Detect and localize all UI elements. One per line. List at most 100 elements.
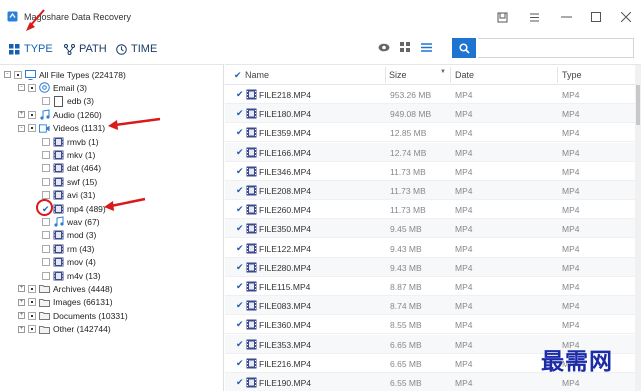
row-checkbox[interactable]: ✔ <box>236 301 244 310</box>
column-divider[interactable] <box>557 67 558 83</box>
table-row[interactable]: ✔ FILE359.MP4 12.85 MB MP4 MP4 <box>225 123 635 143</box>
scrollbar-thumb[interactable] <box>636 85 640 125</box>
tab-time[interactable]: TIME <box>116 41 157 57</box>
column-type[interactable]: Type <box>562 70 582 80</box>
checkbox[interactable] <box>42 191 50 200</box>
collapse-toggle-icon[interactable]: - <box>18 84 25 92</box>
table-row[interactable]: ✔ FILE260.MP4 11.73 MB MP4 MP4 <box>225 200 635 220</box>
tree-node[interactable]: edb (3) <box>32 95 94 108</box>
table-row[interactable]: ✔ FILE122.MP4 9.43 MB MP4 MP4 <box>225 239 635 258</box>
checkbox[interactable] <box>28 325 36 334</box>
column-size[interactable]: Size <box>389 70 407 80</box>
tab-type[interactable]: TYPE <box>9 41 53 57</box>
table-row[interactable]: ✔ FILE280.MP4 9.43 MB MP4 MP4 <box>225 257 635 277</box>
checkbox[interactable] <box>42 164 50 173</box>
row-checkbox[interactable]: ✔ <box>236 147 244 156</box>
tree-node[interactable]: mod (3) <box>32 229 96 242</box>
close-button[interactable] <box>618 9 634 25</box>
expand-toggle-icon[interactable]: + <box>18 111 25 119</box>
column-divider[interactable] <box>450 67 451 83</box>
checkbox[interactable] <box>42 217 50 226</box>
table-row[interactable]: ✔ FILE350.MP4 9.45 MB MP4 MP4 <box>225 219 635 239</box>
checkbox[interactable] <box>28 298 36 307</box>
table-row[interactable]: ✔ FILE218.MP4 953.26 MB MP4 MP4 <box>225 85 635 104</box>
select-all-checkbox[interactable]: ✔ <box>234 70 242 81</box>
tree-node[interactable]: mov (4) <box>32 256 96 269</box>
sort-desc-icon[interactable]: ▼ <box>440 69 446 75</box>
table-row[interactable]: ✔ FILE115.MP4 8.87 MB MP4 MP4 <box>225 277 635 296</box>
tree-node[interactable]: mkv (1) <box>32 148 95 161</box>
tree-node[interactable]: m4v (13) <box>32 269 101 282</box>
expand-toggle-icon[interactable]: + <box>18 298 25 306</box>
checkbox[interactable] <box>42 97 50 106</box>
checkbox[interactable] <box>42 137 50 146</box>
checkbox[interactable] <box>42 231 50 240</box>
table-row[interactable]: ✔ FILE180.MP4 949.08 MB MP4 MP4 <box>225 104 635 124</box>
tree-node[interactable]: + Images (66131) <box>18 296 113 309</box>
list-view-icon[interactable] <box>419 40 433 54</box>
checkbox[interactable] <box>28 311 36 320</box>
tab-path[interactable]: PATH <box>64 41 107 57</box>
thumbnail-view-icon[interactable] <box>398 40 412 54</box>
column-date[interactable]: Date <box>455 70 474 80</box>
maximize-button[interactable] <box>588 9 604 25</box>
checkbox[interactable] <box>42 271 50 280</box>
search-input[interactable] <box>478 38 634 58</box>
table-row[interactable]: ✔ FILE208.MP4 11.73 MB MP4 MP4 <box>225 181 635 200</box>
row-checkbox[interactable]: ✔ <box>236 186 244 195</box>
row-checkbox[interactable]: ✔ <box>236 358 244 367</box>
row-checkbox[interactable]: ✔ <box>236 339 244 348</box>
table-row[interactable]: ✔ FILE083.MP4 8.74 MB MP4 MP4 <box>225 296 635 316</box>
tree-node[interactable]: + Documents (10331) <box>18 309 128 322</box>
table-row[interactable]: ✔ FILE360.MP4 8.55 MB MP4 MP4 <box>225 315 635 335</box>
checkbox[interactable] <box>28 124 36 133</box>
expand-toggle-icon[interactable]: + <box>18 312 25 320</box>
checkbox[interactable] <box>42 258 50 267</box>
file-size: 12.74 MB <box>390 147 427 158</box>
checkbox[interactable] <box>42 177 50 186</box>
tree-node[interactable]: dat (464) <box>32 162 101 175</box>
menu-icon[interactable] <box>526 9 542 25</box>
collapse-toggle-icon[interactable]: - <box>18 124 25 132</box>
list-scrollbar[interactable] <box>635 65 641 391</box>
row-checkbox[interactable]: ✔ <box>236 262 244 271</box>
checkbox[interactable] <box>28 83 36 92</box>
row-checkbox[interactable]: ✔ <box>236 378 244 387</box>
tree-node[interactable]: - All File Types (224178) <box>4 68 126 81</box>
table-row[interactable]: ✔ FILE166.MP4 12.74 MB MP4 MP4 <box>225 142 635 162</box>
preview-eye-icon[interactable] <box>377 40 391 54</box>
row-checkbox[interactable]: ✔ <box>236 128 244 137</box>
tree-node[interactable]: rmvb (1) <box>32 135 99 148</box>
tree-node[interactable]: - Email (3) <box>18 81 87 94</box>
row-checkbox[interactable]: ✔ <box>236 282 244 291</box>
expand-toggle-icon[interactable]: + <box>18 325 25 333</box>
column-name[interactable]: Name <box>245 70 269 80</box>
row-checkbox[interactable]: ✔ <box>236 166 244 175</box>
tree-node[interactable]: - Videos (1131) <box>18 122 105 135</box>
checkbox[interactable] <box>28 284 36 293</box>
column-divider[interactable] <box>385 67 386 83</box>
tree-node[interactable]: + Other (142744) <box>18 323 111 336</box>
document-icon <box>53 95 64 107</box>
row-checkbox[interactable]: ✔ <box>236 90 244 99</box>
row-checkbox[interactable]: ✔ <box>236 320 244 329</box>
row-checkbox[interactable]: ✔ <box>236 224 244 233</box>
row-checkbox[interactable]: ✔ <box>236 205 244 214</box>
table-row[interactable]: ✔ FILE346.MP4 11.73 MB MP4 MP4 <box>225 162 635 181</box>
tree-node[interactable]: wav (67) <box>32 215 100 228</box>
search-button[interactable] <box>452 38 476 58</box>
tree-node[interactable]: + Archives (4448) <box>18 282 113 295</box>
bookmark-icon[interactable] <box>494 9 510 25</box>
tree-node[interactable]: + Audio (1260) <box>18 108 102 121</box>
tree-node[interactable]: rm (43) <box>32 242 94 255</box>
collapse-toggle-icon[interactable]: - <box>4 71 11 78</box>
expand-toggle-icon[interactable]: + <box>18 285 25 293</box>
row-checkbox[interactable]: ✔ <box>236 109 244 118</box>
checkbox[interactable] <box>14 70 22 79</box>
checkbox[interactable] <box>42 244 50 253</box>
row-checkbox[interactable]: ✔ <box>236 243 244 252</box>
tree-node[interactable]: swf (15) <box>32 175 97 188</box>
checkbox[interactable] <box>28 110 36 119</box>
checkbox[interactable] <box>42 150 50 159</box>
minimize-button[interactable] <box>558 9 574 25</box>
